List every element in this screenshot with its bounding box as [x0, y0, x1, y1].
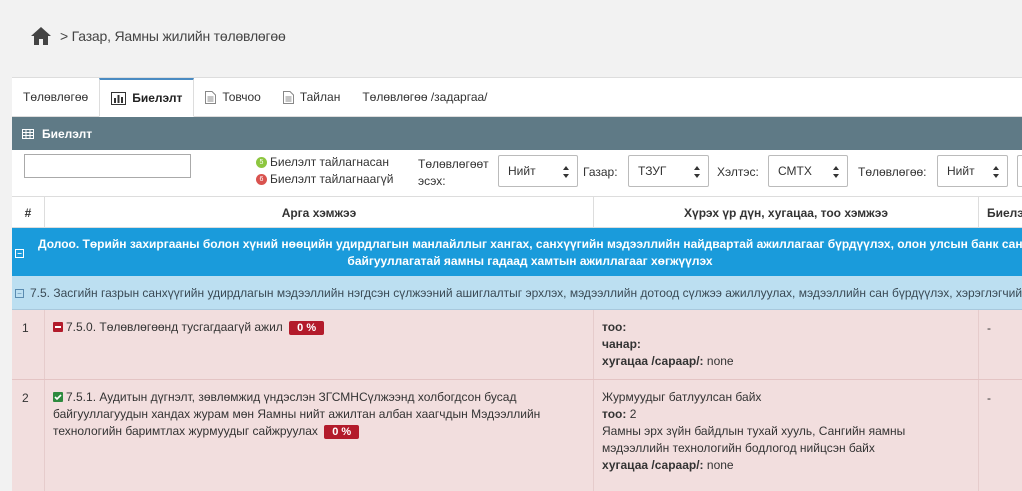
progress-badge: 0 %	[324, 425, 360, 439]
tab-plan-breakdown-label: Төлөвлөгөө /задаргаа/	[362, 90, 488, 104]
row-result: тоо: чанар: хугацаа /сараар/: none	[594, 310, 979, 379]
row-action: 7.5.1. Аудитын дүгнэлт, зөвлөмжид үндэсл…	[45, 380, 594, 491]
select-arrows-icon	[694, 166, 700, 178]
result-count-label: тоо:	[602, 320, 627, 334]
row-status: -	[987, 321, 991, 335]
plan-filter-value: Нийт	[508, 164, 536, 178]
check-icon	[53, 392, 63, 402]
row-result: Журмуудыг батлуулсан байх тоо: 2 Яамны э…	[594, 380, 979, 491]
main-panel: Төлөвлөгөө Биелэлт Товчоо Тайлан Төлөвлө…	[12, 77, 1022, 491]
group-row-subgoal: − 7.5. Засгийн газрын санхүүгийн удирдла…	[12, 276, 1022, 310]
col-status-header[interactable]: Биелэ	[979, 197, 1022, 228]
tab-summary[interactable]: Товчоо	[194, 78, 272, 116]
table-header: # Арга хэмжээ Хүрэх үр дүн, хугацаа, тоо…	[12, 196, 1022, 228]
group-goal-line1: Долоо. Төрийн захиргааны болон хүний нөө…	[38, 237, 1022, 251]
row-action-line2: байгууллагуудын хандах журам мөн Яамны н…	[53, 407, 541, 421]
select-arrows-icon	[563, 166, 569, 178]
col-result-header[interactable]: Хүрэх үр дүн, хугацаа, тоо хэмжээ	[594, 197, 979, 228]
plan2-filter-value: Нийт	[947, 164, 975, 178]
bar-chart-icon	[111, 91, 127, 105]
result-quality-label: чанар:	[602, 337, 641, 351]
breadcrumb: > Газар, Яамны жилийн төлөвлөгөө	[30, 24, 286, 48]
reported-count-badge: 5	[256, 157, 267, 168]
result-count-label: тоо:	[602, 407, 627, 421]
col-action-header[interactable]: Арга хэмжээ	[45, 197, 594, 228]
org-filter-label: Газар:	[583, 165, 618, 179]
plan-filter-label: Төлөвлөгөөт эсэх:	[418, 157, 489, 188]
row-action: 7.5.0. Төлөвлөгөөнд тусгагдаагүй ажил 0 …	[45, 310, 594, 379]
search-input[interactable]	[24, 154, 191, 178]
filter-bar: 5 Биелэлт тайлагнасан 6 Биелэлт тайлагнааг…	[12, 150, 1022, 196]
plan2-filter-select[interactable]: Нийт	[937, 155, 1008, 187]
division-filter-select[interactable]: СМТХ	[768, 155, 848, 187]
unplanned-icon	[53, 322, 63, 332]
document-icon	[282, 90, 294, 104]
row-action-line3: технологийн баримтлах журмуудыг сайжруул…	[53, 424, 318, 438]
table-row: 2 7.5.1. Аудитын дүгнэлт, зөвлөмжид үндэ…	[12, 380, 1022, 491]
row-number: 1	[12, 310, 45, 379]
group-goal-line2: байгууллагатай яамны гадаад хамтын ажилл…	[347, 254, 713, 268]
result-time-label: хугацаа /сараар/:	[602, 354, 704, 368]
result-time-label: хугацаа /сараар/:	[602, 458, 704, 472]
plan2-filter-label: Төлөвлөгөө:	[858, 165, 927, 179]
document-icon	[205, 90, 217, 104]
progress-badge: 0 %	[289, 321, 325, 335]
result-count-value: 2	[629, 407, 637, 421]
group-subgoal-text: 7.5. Засгийн газрын санхүүгийн удирдлагы…	[30, 286, 1022, 300]
org-filter-value: ТЗУГ	[638, 164, 667, 178]
tab-plan[interactable]: Төлөвлөгөө	[12, 78, 99, 116]
legend-reported: Биелэлт тайлагнасан	[270, 155, 389, 169]
tab-plan-label: Төлөвлөгөө	[23, 90, 89, 104]
tab-performance-label: Биелэлт	[132, 91, 183, 105]
row-action-text: 7.5.0. Төлөвлөгөөнд тусгагдаагүй ажил	[66, 320, 283, 334]
breadcrumb-text: > Газар, Яамны жилийн төлөвлөгөө	[60, 28, 286, 44]
row-action-line1: 7.5.1. Аудитын дүгнэлт, зөвлөмжид үндэсл…	[66, 390, 517, 404]
select-arrows-icon	[833, 166, 839, 178]
home-icon[interactable]	[30, 26, 52, 46]
collapse-icon[interactable]: −	[15, 249, 24, 258]
result-line4: мэдээллийн технологийн бодлогод нийцсэн …	[602, 441, 875, 455]
plan-filter-select[interactable]: Нийт	[498, 155, 578, 187]
tab-report[interactable]: Тайлан	[272, 78, 351, 116]
select-arrows-icon	[993, 166, 999, 178]
tab-report-label: Тайлан	[299, 90, 341, 104]
unreported-count-badge: 6	[256, 174, 267, 185]
tab-summary-label: Товчоо	[222, 90, 261, 104]
row-number: 2	[12, 380, 45, 491]
table-row: 1 7.5.0. Төлөвлөгөөнд тусгагдаагүй ажил …	[12, 310, 1022, 380]
status-legend: 5 Биелэлт тайлагнасан 6 Биелэлт тайлагнааг…	[256, 154, 393, 188]
result-line3: Яамны эрх зүйн байдлын тухай хууль, Санг…	[602, 424, 906, 438]
division-filter-value: СМТХ	[778, 164, 812, 178]
extra-filter-select[interactable]	[1017, 155, 1022, 187]
collapse-icon[interactable]: −	[15, 289, 24, 298]
group-row-goal: − Долоо. Төрийн захиргааны болон хүний н…	[12, 228, 1022, 276]
division-filter-label: Хэлтэс:	[717, 165, 759, 179]
legend-unreported: Биелэлт тайлагнаагүй	[270, 172, 394, 186]
tab-plan-breakdown[interactable]: Төлөвлөгөө /задаргаа/	[351, 78, 498, 116]
result-time-value: none	[706, 458, 734, 472]
col-num-header: #	[12, 197, 45, 228]
tab-bar: Төлөвлөгөө Биелэлт Товчоо Тайлан Төлөвлө…	[12, 78, 1022, 117]
row-status: -	[987, 391, 991, 405]
section-header: Биелэлт	[12, 117, 1022, 150]
table-icon	[22, 128, 34, 139]
result-time-value: none	[706, 354, 734, 368]
section-title: Биелэлт	[42, 126, 93, 141]
result-line1: Журмуудыг батлуулсан байх	[602, 390, 762, 404]
tab-performance[interactable]: Биелэлт	[99, 78, 195, 117]
org-filter-select[interactable]: ТЗУГ	[628, 155, 709, 187]
